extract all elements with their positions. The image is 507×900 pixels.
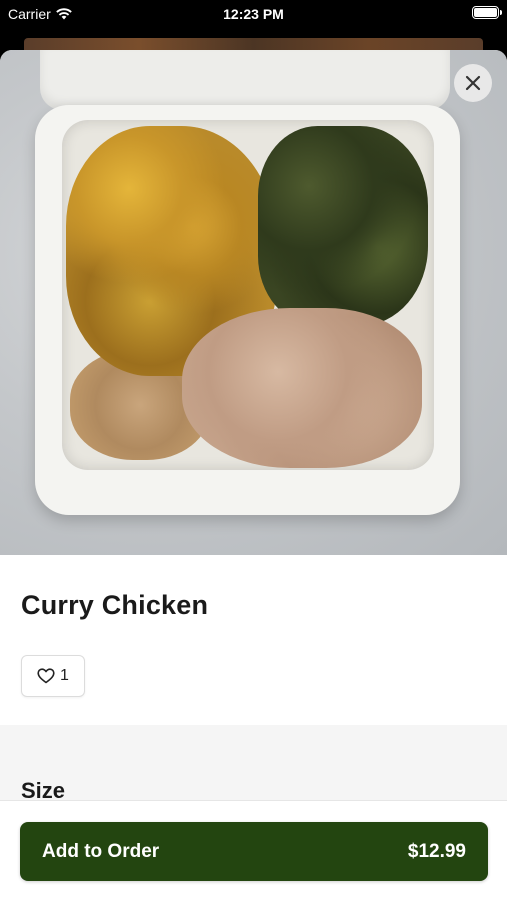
status-time: 12:23 PM [223, 6, 284, 22]
status-bar: Carrier 12:23 PM [0, 0, 507, 30]
like-count: 1 [60, 667, 69, 684]
heart-icon [37, 668, 55, 684]
background-screen-peek [24, 38, 483, 50]
add-to-order-label: Add to Order [42, 840, 160, 862]
options-section [0, 725, 507, 805]
item-photo [0, 50, 507, 555]
rice-portion [182, 308, 422, 468]
battery-icon [472, 6, 502, 19]
close-button[interactable] [454, 64, 492, 102]
add-to-order-price: $12.99 [407, 840, 466, 862]
item-title: Curry Chicken [21, 590, 209, 620]
like-button[interactable]: 1 [21, 655, 85, 697]
food-tray [62, 120, 434, 470]
collard-greens-portion [258, 126, 428, 326]
close-icon [465, 75, 481, 91]
container-lid [40, 50, 450, 110]
add-to-order-button[interactable]: Add to Order $12.99 [20, 822, 488, 881]
